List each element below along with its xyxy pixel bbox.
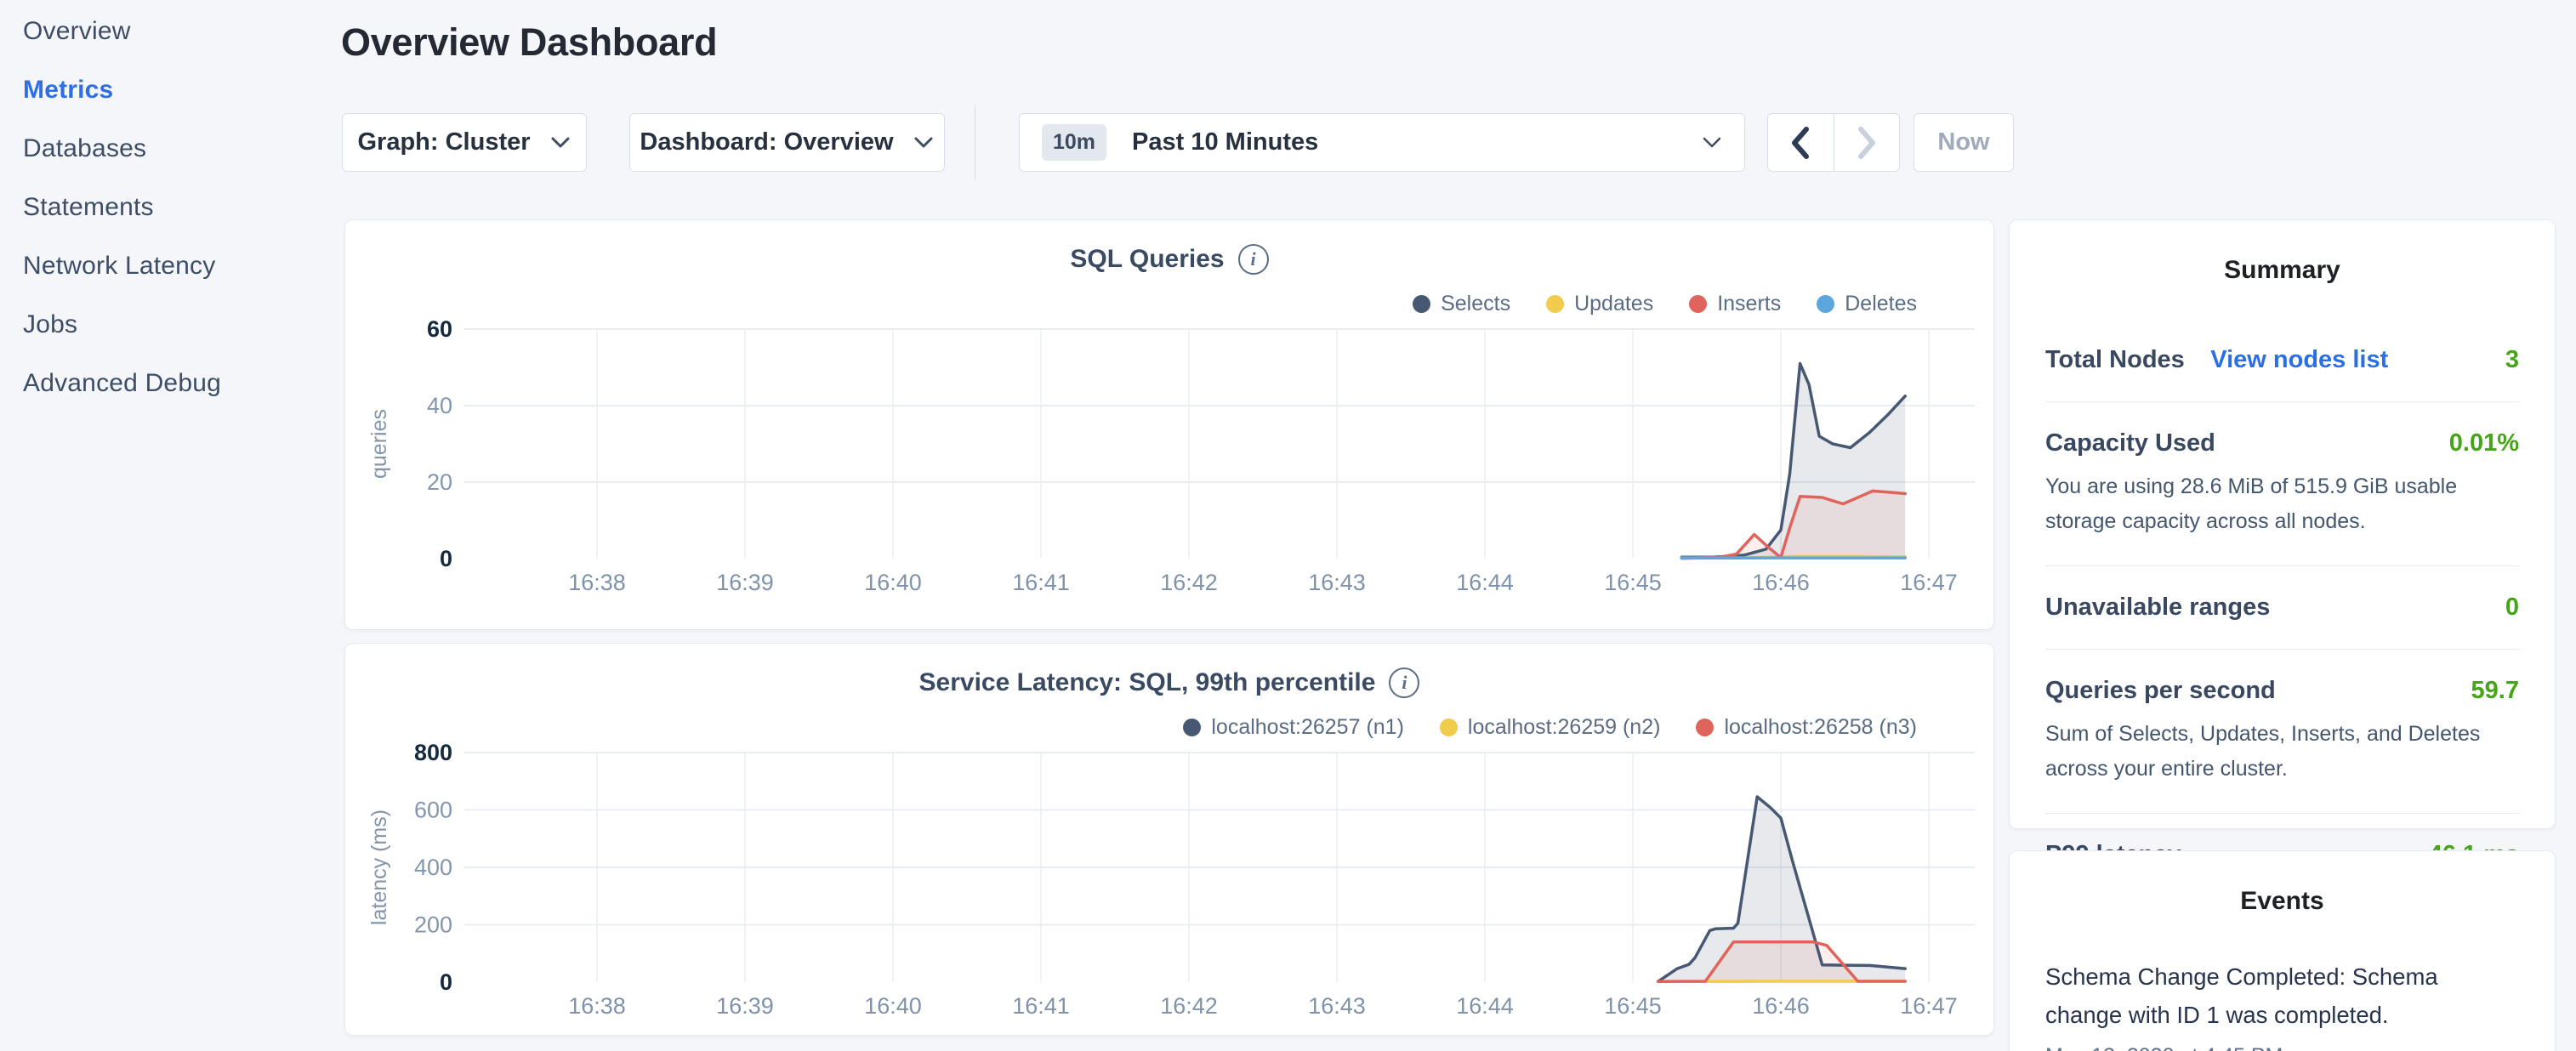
step-forward-button[interactable] — [1834, 114, 1900, 171]
summary-row-capacity: Capacity Used 0.01% — [2045, 429, 2519, 457]
svg-text:16:41: 16:41 — [1012, 570, 1070, 595]
svg-text:0: 0 — [440, 546, 452, 571]
sidebar-nav: Overview Metrics Databases Statements Ne… — [23, 2, 329, 412]
now-button[interactable]: Now — [1914, 113, 2014, 172]
sidebar-item-advanced-debug[interactable]: Advanced Debug — [23, 354, 329, 412]
svg-text:16:39: 16:39 — [716, 570, 774, 595]
svg-text:800: 800 — [414, 740, 452, 765]
svg-text:0: 0 — [440, 969, 452, 995]
svg-text:16:47: 16:47 — [1900, 993, 1958, 1019]
unavailable-ranges-value: 0 — [2505, 594, 2519, 622]
svg-text:200: 200 — [414, 912, 452, 938]
time-range-label: Past 10 Minutes — [1132, 128, 1318, 156]
svg-text:16:44: 16:44 — [1456, 570, 1514, 595]
svg-text:16:44: 16:44 — [1456, 993, 1514, 1019]
svg-text:16:46: 16:46 — [1752, 570, 1810, 595]
svg-text:16:43: 16:43 — [1308, 993, 1366, 1019]
total-nodes-label: Total Nodes — [2045, 346, 2185, 373]
legend-dot-icon — [1689, 295, 1707, 313]
chevron-down-icon — [1702, 136, 1722, 150]
legend-dot-icon — [1413, 295, 1430, 313]
qps-value: 59.7 — [2471, 677, 2519, 705]
sidebar-item-metrics[interactable]: Metrics — [23, 60, 329, 119]
qps-description: Sum of Selects, Updates, Inserts, and De… — [2045, 717, 2519, 786]
qps-label: Queries per second — [2045, 677, 2276, 705]
summary-row-unavailable-ranges: Unavailable ranges 0 — [2045, 594, 2519, 622]
page-title: Overview Dashboard — [341, 20, 717, 65]
svg-text:16:40: 16:40 — [864, 993, 922, 1019]
sidebar-item-jobs[interactable]: Jobs — [23, 295, 329, 354]
svg-text:40: 40 — [427, 393, 452, 418]
events-panel: Events Schema Change Completed: Schema c… — [2009, 850, 2556, 1051]
unavailable-ranges-label: Unavailable ranges — [2045, 594, 2270, 622]
dashboard-dropdown[interactable]: Dashboard: Overview — [629, 113, 945, 172]
svg-text:queries: queries — [367, 409, 391, 479]
chart-canvas[interactable]: 16:38 16:39 16:40 16:41 16:42 16:43 16:44 16:45… — [345, 312, 1995, 610]
divider — [2045, 565, 2519, 566]
sidebar-item-statements[interactable]: Statements — [23, 178, 329, 236]
chart-title: SQL Queries — [1070, 245, 1224, 274]
svg-text:16:39: 16:39 — [716, 993, 774, 1019]
event-item-timestamp: May 13, 2020 at 4:45 PM — [2045, 1044, 2519, 1051]
graph-scope-label: Graph: Cluster — [357, 128, 530, 156]
dashboard-label: Dashboard: Overview — [640, 128, 893, 156]
svg-text:16:42: 16:42 — [1160, 570, 1218, 595]
chart-title: Service Latency: SQL, 99th percentile — [919, 668, 1376, 697]
chart-canvas[interactable]: 16:38 16:39 16:40 16:41 16:42 16:43 16:44 16:45… — [345, 736, 1995, 1033]
svg-text:16:45: 16:45 — [1604, 570, 1662, 595]
legend-dot-icon — [1440, 719, 1458, 736]
svg-text:600: 600 — [414, 798, 452, 823]
svg-text:latency (ms): latency (ms) — [367, 810, 391, 925]
events-title: Events — [2010, 851, 2555, 916]
chevron-down-icon — [913, 135, 935, 151]
divider — [2045, 813, 2519, 814]
svg-text:16:47: 16:47 — [1900, 570, 1958, 595]
legend-dot-icon — [1696, 719, 1714, 736]
svg-text:400: 400 — [414, 855, 452, 880]
summary-row-total-nodes: Total Nodes View nodes list 3 — [2045, 346, 2519, 374]
step-back-button[interactable] — [1768, 114, 1834, 171]
graph-scope-dropdown[interactable]: Graph: Cluster — [342, 113, 587, 172]
legend-dot-icon — [1546, 295, 1564, 313]
svg-text:16:40: 16:40 — [864, 570, 922, 595]
capacity-value: 0.01% — [2449, 429, 2519, 457]
capacity-label: Capacity Used — [2045, 429, 2215, 457]
time-step-buttons — [1767, 113, 1900, 172]
summary-title: Summary — [2010, 220, 2555, 285]
legend-dot-icon — [1817, 295, 1834, 313]
summary-panel: Summary Total Nodes View nodes list 3 Ca… — [2009, 219, 2556, 829]
svg-text:16:42: 16:42 — [1160, 993, 1218, 1019]
svg-text:16:45: 16:45 — [1604, 993, 1662, 1019]
now-button-label: Now — [1937, 128, 1989, 156]
info-icon[interactable]: i — [1238, 244, 1269, 275]
svg-text:60: 60 — [427, 316, 452, 342]
svg-text:16:38: 16:38 — [568, 570, 626, 595]
sidebar-item-overview[interactable]: Overview — [23, 2, 329, 60]
service-latency-chart-panel: Service Latency: SQL, 99th percentile i … — [344, 643, 1994, 1036]
svg-text:16:41: 16:41 — [1012, 993, 1070, 1019]
legend-dot-icon — [1183, 719, 1201, 736]
divider — [2045, 649, 2519, 650]
event-item-text: Schema Change Completed: Schema change w… — [2045, 958, 2519, 1034]
sidebar-item-databases[interactable]: Databases — [23, 119, 329, 178]
time-range-badge: 10m — [1042, 124, 1106, 161]
time-range-dropdown[interactable]: 10m Past 10 Minutes — [1019, 113, 1745, 172]
svg-text:20: 20 — [427, 469, 452, 495]
svg-text:16:43: 16:43 — [1308, 570, 1366, 595]
divider — [2045, 401, 2519, 402]
sql-queries-chart-panel: SQL Queries i SelectsUpdatesInsertsDelet… — [344, 219, 1994, 630]
svg-text:16:46: 16:46 — [1752, 993, 1810, 1019]
cockroachdb-admin-ui: { "sidebar": { "items": [ {"label": "Ove… — [0, 0, 2576, 1051]
svg-text:16:38: 16:38 — [568, 993, 626, 1019]
view-nodes-list-link[interactable]: View nodes list — [2210, 346, 2388, 373]
info-icon[interactable]: i — [1389, 668, 1419, 698]
capacity-description: You are using 28.6 MiB of 515.9 GiB usab… — [2045, 469, 2519, 538]
total-nodes-value: 3 — [2505, 346, 2519, 374]
chevron-down-icon — [549, 135, 571, 151]
summary-row-qps: Queries per second 59.7 — [2045, 677, 2519, 705]
sidebar-item-network-latency[interactable]: Network Latency — [23, 236, 329, 295]
